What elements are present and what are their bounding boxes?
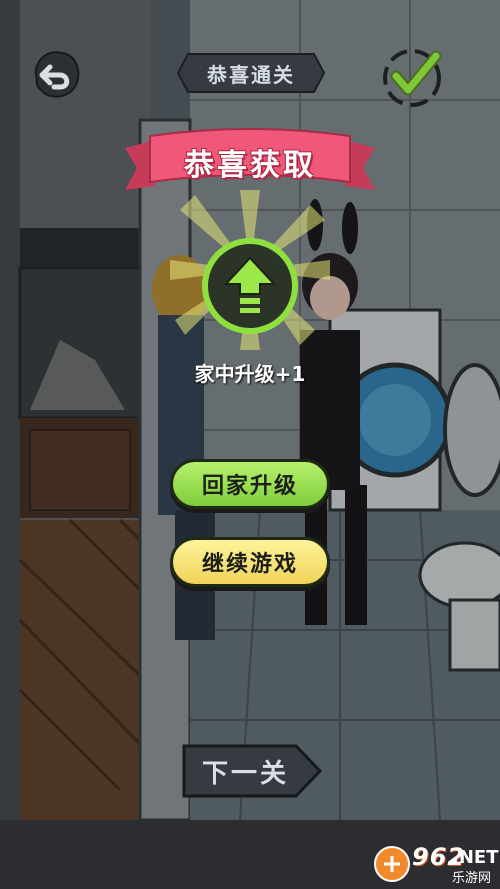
continue-game-label: 继续游戏: [201, 552, 298, 577]
reward-label: 家中升级+1: [194, 362, 306, 386]
upgrade-arrow-icon: [202, 238, 298, 334]
next-level-label: 下一关: [201, 758, 289, 789]
home-upgrade-label: 回家升级: [201, 474, 298, 499]
back-button[interactable]: [28, 45, 86, 103]
watermark-site: 乐游网: [452, 871, 492, 886]
undo-arrow-icon: [34, 51, 80, 98]
continue-game-button[interactable]: 继续游戏: [170, 537, 330, 587]
next-level-button[interactable]: 下一关: [178, 742, 323, 800]
watermark-logo: 962 .NET 乐游网: [372, 843, 499, 886]
reward-banner-title: 恭喜获取: [184, 148, 316, 183]
title-text: 恭喜通关: [207, 62, 295, 87]
confirm-button[interactable]: [380, 42, 448, 108]
watermark-net: .NET: [452, 847, 499, 868]
home-upgrade-button[interactable]: 回家升级: [170, 459, 330, 509]
level-complete-title: 恭喜通关: [176, 52, 326, 94]
checkmark-icon: [383, 49, 442, 107]
